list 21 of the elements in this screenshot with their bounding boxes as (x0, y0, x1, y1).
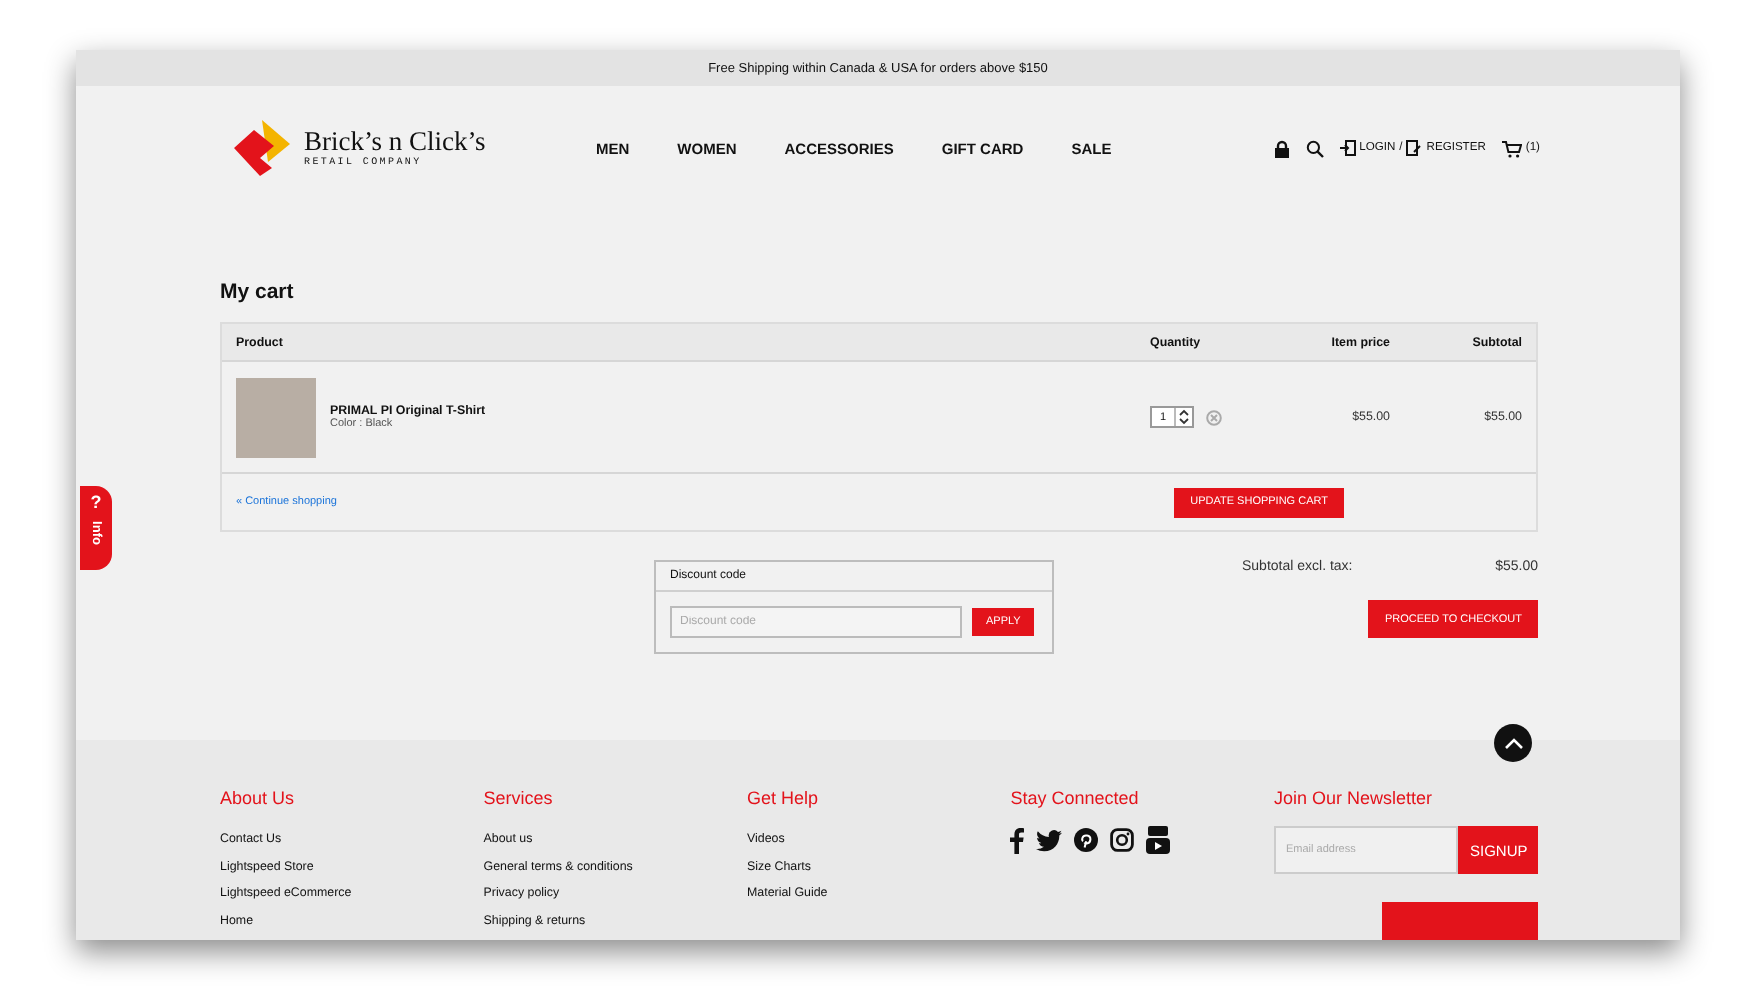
page-title: My cart (220, 280, 296, 304)
footer-heading: Get Help (747, 788, 821, 808)
spinner-arrows-icon[interactable] (1174, 408, 1192, 426)
facebook-icon[interactable] (1010, 827, 1025, 853)
register-icon[interactable] (1406, 140, 1423, 156)
photo-placeholder (236, 377, 316, 457)
instagram-icon[interactable] (1110, 828, 1135, 852)
pinterest-icon[interactable] (1074, 828, 1099, 852)
footer-heading: Join Our Newsletter (1274, 788, 1435, 808)
back-to-top-button[interactable] (1494, 724, 1532, 762)
footer-heading: About Us (220, 788, 297, 808)
caret-up-icon[interactable] (1503, 737, 1523, 749)
search-icon[interactable] (1305, 139, 1324, 157)
twitter-icon[interactable] (1036, 829, 1063, 851)
video-icon[interactable] (1146, 826, 1171, 854)
logo-name: Brick’s n Click’s (304, 128, 486, 156)
lock-icon[interactable] (1273, 139, 1290, 157)
login-icon[interactable] (1339, 140, 1356, 156)
cart-icon[interactable] (1501, 139, 1522, 157)
footer-heading: Services (483, 788, 555, 808)
footer-heading: Stay Connected (1010, 788, 1141, 808)
